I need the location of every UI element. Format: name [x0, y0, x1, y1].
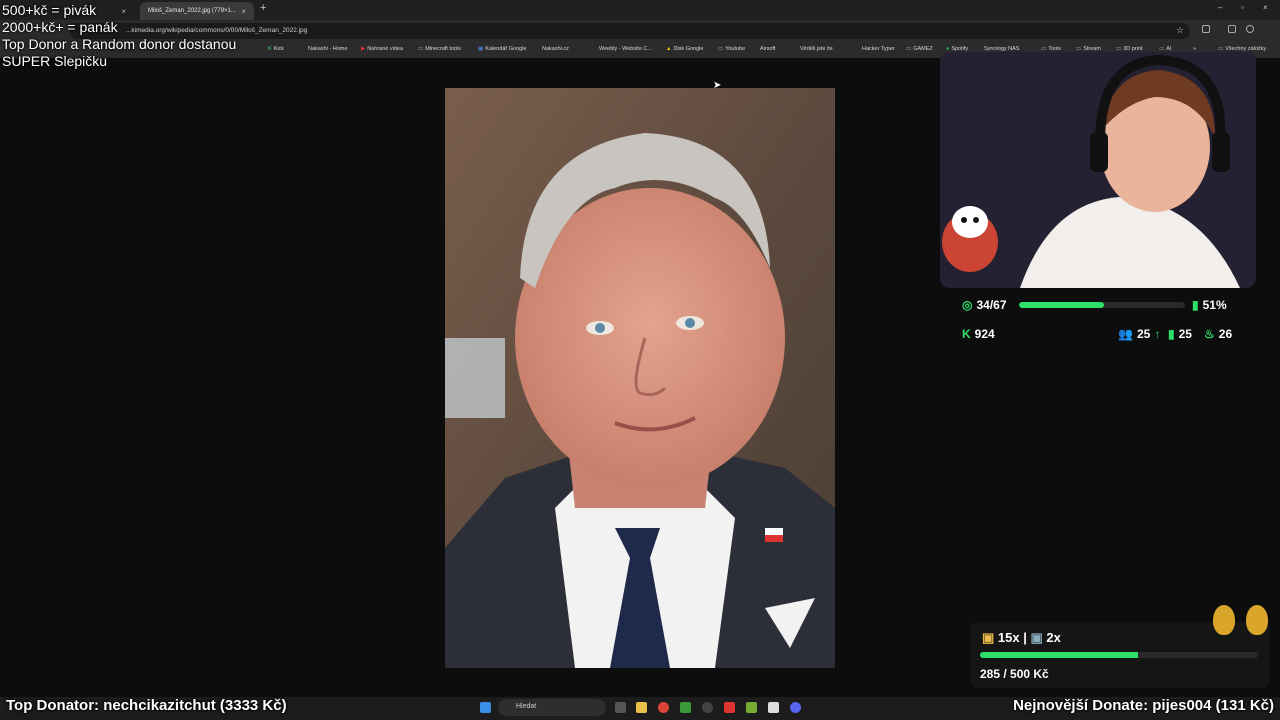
- folder-icon: ▭: [718, 46, 724, 52]
- bars-icon: ▮: [1168, 327, 1175, 341]
- bookmark-item[interactable]: Nakashi.cz: [542, 46, 569, 52]
- bookmark-item[interactable]: ▭ GAMEZ: [906, 46, 933, 52]
- windows-start-icon[interactable]: [480, 702, 491, 713]
- bookmark-item[interactable]: Airsoft: [760, 46, 776, 52]
- kick-icon: K: [962, 327, 971, 341]
- excel-icon[interactable]: [680, 702, 691, 713]
- beer-icon: ▣: [982, 630, 995, 645]
- bookmark-item[interactable]: K Kick: [268, 46, 284, 52]
- donation-progress-text: 285 / 500 Kč: [980, 667, 1049, 681]
- app-icon[interactable]: [724, 702, 735, 713]
- discord-icon[interactable]: [790, 702, 801, 713]
- app-icon[interactable]: [746, 702, 757, 713]
- fire-stat: ♨ 26: [1204, 327, 1233, 341]
- rule-line: 500+kč = pivák: [2, 2, 97, 18]
- webcam-feed: [940, 52, 1256, 288]
- percent-stat: ▮ 51%: [1192, 298, 1227, 312]
- portrait-image: [445, 88, 835, 668]
- youtube-icon: ▶: [361, 46, 366, 52]
- bookmark-star-icon[interactable]: ☆: [1176, 25, 1184, 36]
- url-field[interactable]: ...kimedia.org/wikipedia/commons/0/00/Mi…: [70, 23, 1190, 39]
- donation-progress-fill: [980, 652, 1139, 658]
- bookmark-item[interactable]: Weebly - Website C...: [599, 46, 652, 52]
- taskbar-search[interactable]: Hledat: [498, 699, 606, 716]
- goal-progress-fill: [1019, 302, 1104, 308]
- bookmark-item[interactable]: ▲ Disk Google: [666, 46, 703, 52]
- file-explorer-icon[interactable]: [636, 702, 647, 713]
- mouse-cursor-icon: ➤: [713, 80, 722, 91]
- chrome-icon[interactable]: [658, 702, 669, 713]
- app-icon[interactable]: [702, 702, 713, 713]
- goal-counter: ◎ 34/67: [962, 298, 1007, 312]
- profile-icon[interactable]: [1246, 25, 1254, 33]
- folder-icon: ▭: [418, 46, 424, 52]
- goal-progress-bar: [1019, 302, 1185, 308]
- drinks-counter: ▣ 15x | ▣ 2x: [982, 630, 1061, 645]
- donation-rules: 500+kč = pivák 2000+kč+ = panák Top Dono…: [2, 2, 236, 70]
- donation-progress-bar: [980, 652, 1258, 658]
- newest-donate-text: Nejnovější Donate: pijes004 (131 Kč): [1013, 697, 1274, 714]
- fire-icon: ♨: [1204, 327, 1215, 341]
- close-icon[interactable]: ×: [241, 7, 246, 16]
- webcam-illustration: [940, 52, 1256, 288]
- bookmark-item[interactable]: ▭ Minecraft tools: [418, 46, 461, 52]
- extension-icon[interactable]: [1228, 25, 1236, 33]
- minimize-icon[interactable]: –: [1218, 3, 1222, 12]
- subs-stat: ▮ 25: [1168, 327, 1192, 341]
- new-tab-icon[interactable]: +: [260, 2, 266, 14]
- bookmark-item[interactable]: ▭ Youtube: [718, 46, 745, 52]
- nugget-icon: [1213, 605, 1235, 635]
- bars-icon: ▮: [1192, 298, 1199, 312]
- calendar-icon: ▦: [478, 46, 484, 52]
- drive-icon: ▲: [666, 46, 672, 52]
- nugget-icon: [1246, 605, 1268, 635]
- extension-icon[interactable]: [1202, 25, 1210, 33]
- bookmark-item[interactable]: Nakashi - Home: [308, 46, 347, 52]
- kick-stat: K 924: [962, 327, 995, 341]
- target-icon: ◎: [962, 298, 973, 312]
- bookmark-item[interactable]: Věděli jste že: [800, 46, 833, 52]
- bookmark-item[interactable]: ▦ Kalendář Google: [478, 46, 526, 52]
- kick-icon: K: [268, 46, 272, 52]
- top-donator-text: Top Donator: nechcikazitchut (3333 Kč): [6, 697, 287, 714]
- rule-line: SUPER Slepičku: [2, 53, 108, 69]
- bookmark-item[interactable]: Hacker Typer: [862, 46, 895, 52]
- rule-line: 2000+kč+ = panák: [2, 19, 118, 35]
- arrow-up-icon: ↑: [1154, 327, 1161, 341]
- app-icon[interactable]: [768, 702, 779, 713]
- users-icon: 👥: [1118, 327, 1133, 341]
- window-close-icon[interactable]: ×: [1263, 3, 1268, 12]
- task-view-icon[interactable]: [615, 702, 626, 713]
- bookmark-item[interactable]: ▶ Nahrané videa: [361, 46, 403, 52]
- portrait-illustration: [445, 88, 835, 668]
- rule-line: Top Donor a Random donor dostanou: [2, 36, 237, 52]
- maximize-icon[interactable]: ▫: [1241, 3, 1244, 12]
- folder-icon: ▭: [906, 46, 912, 52]
- followers-stat: 👥 25 ↑: [1118, 327, 1161, 341]
- shot-icon: ▣: [1030, 630, 1043, 645]
